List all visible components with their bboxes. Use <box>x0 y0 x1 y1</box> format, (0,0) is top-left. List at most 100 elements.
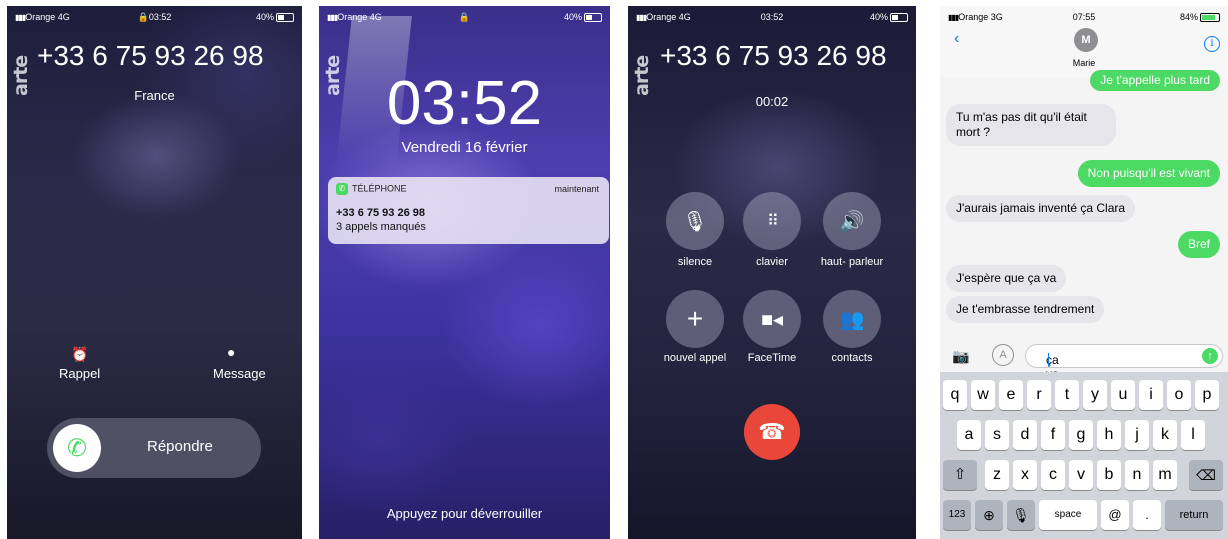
message-bubble: J'aurais jamais inventé ça Clara <box>946 195 1136 222</box>
arte-logo: arte <box>10 55 32 96</box>
message-bubble: Je t'embrasse tendrement <box>946 296 1105 323</box>
message-bubble: Bref <box>1177 231 1220 258</box>
incoming-call-screen: ▮▮▮Orange 4G 🔒03:52 40% arte +33 6 75 93… <box>7 6 302 539</box>
numbers-key[interactable]: 123 <box>943 500 971 530</box>
arte-logo: arte <box>631 55 653 96</box>
notification-time: maintenant <box>554 184 599 194</box>
key-c[interactable]: c <box>1041 460 1065 490</box>
lock-date: Vendredi 16 février <box>401 139 528 156</box>
info-icon[interactable]: i <box>1204 36 1220 52</box>
key-k[interactable]: k <box>1153 420 1177 450</box>
shift-key[interactable]: ⇧ <box>943 460 977 490</box>
caller-number: +33 6 75 93 26 98 <box>37 40 264 71</box>
lock-time: 03:52 <box>386 69 543 138</box>
page-dots <box>319 532 610 539</box>
lock-icon: 🔒 <box>458 12 471 22</box>
key-d[interactable]: d <box>1013 420 1037 450</box>
phone-app-icon: ✆ <box>336 183 348 195</box>
keypad-icon: ⠿ <box>767 213 779 230</box>
microphone-icon: 🎙 <box>1012 507 1030 523</box>
key-b[interactable]: b <box>1097 460 1121 490</box>
caller-number: +33 6 75 93 26 98 <box>660 40 887 71</box>
contacts-label: contacts <box>831 352 873 364</box>
answer-slider[interactable]: ✆ Répondre <box>47 418 261 478</box>
answer-knob[interactable]: ✆ <box>53 424 101 472</box>
plus-icon: + <box>686 303 704 334</box>
key-l[interactable]: l <box>1181 420 1205 450</box>
key-f[interactable]: f <box>1041 420 1065 450</box>
caller-location: France <box>134 88 175 103</box>
message-bubble: Tu m'as pas dit qu'il était mort ? <box>946 104 1116 146</box>
period-key[interactable]: . <box>1133 500 1161 530</box>
speaker-button[interactable]: 🔊 <box>823 192 881 250</box>
call-duration: 00:02 <box>755 94 789 109</box>
status-bar: ▮▮▮Orange 4G 🔒 40% <box>327 12 602 24</box>
compose-bar: 📷 A ça va ↑ <box>940 340 1228 381</box>
speaker-label: haut- parleur <box>820 256 884 268</box>
message-bubble: Je t'appelle plus tard <box>1090 70 1220 91</box>
send-arrow-icon[interactable]: ↑ <box>1202 348 1218 364</box>
key-g[interactable]: g <box>1069 420 1093 450</box>
key-w[interactable]: w <box>971 380 995 410</box>
key-j[interactable]: j <box>1125 420 1149 450</box>
at-key[interactable]: @ <box>1101 500 1129 530</box>
key-o[interactable]: o <box>1167 380 1191 410</box>
mic-muted-icon: 🎙 <box>682 210 708 233</box>
notification-title: +33 6 75 93 26 98 <box>336 207 425 219</box>
unlock-hint[interactable]: Appuyez pour déverrouiller <box>319 506 610 521</box>
facetime-button[interactable]: ■◂ <box>743 290 801 348</box>
contact-name[interactable]: Marie <box>940 58 1228 68</box>
message-bubble: Non puisqu'il est vivant <box>1077 160 1220 187</box>
mute-button[interactable]: 🎙 <box>666 192 724 250</box>
contacts-button[interactable]: 👥 <box>823 290 881 348</box>
delete-key[interactable]: ⌫ <box>1189 460 1223 490</box>
add-call-button[interactable]: + <box>666 290 724 348</box>
key-a[interactable]: a <box>957 420 981 450</box>
phone-icon: ✆ <box>66 434 88 462</box>
globe-key[interactable]: ⊕ <box>975 500 1003 530</box>
key-h[interactable]: h <box>1097 420 1121 450</box>
backspace-icon: ⌫ <box>1196 467 1216 483</box>
avatar[interactable]: M <box>1074 28 1098 52</box>
key-p[interactable]: p <box>1195 380 1219 410</box>
return-key[interactable]: return <box>1165 500 1223 530</box>
dictation-key[interactable]: 🎙 <box>1007 500 1035 530</box>
hang-up-button[interactable]: ☎ <box>744 404 800 460</box>
key-q[interactable]: q <box>943 380 967 410</box>
key-u[interactable]: u <box>1111 380 1135 410</box>
key-e[interactable]: e <box>999 380 1023 410</box>
missed-call-notification[interactable]: ✆ TÉLÉPHONE maintenant +33 6 75 93 26 98 … <box>328 177 609 244</box>
status-bar: ▮▮▮Orange 4G 03:52 40% <box>636 12 908 24</box>
messages-screen: ▮▮▮Orange 3G 07:55 84% ‹ M Marie i Je t'… <box>940 6 1228 539</box>
back-chevron-icon[interactable]: ‹ <box>954 30 959 48</box>
app-store-icon[interactable]: A <box>992 344 1014 366</box>
message-input[interactable]: ça va ↑ <box>1025 344 1223 381</box>
notification-app: TÉLÉPHONE <box>352 183 407 194</box>
slider-label: Répondre <box>147 438 213 455</box>
status-bar: ▮▮▮Orange 4G 🔒03:52 40% <box>15 12 294 24</box>
message-label[interactable]: Message <box>213 366 266 381</box>
key-v[interactable]: v <box>1069 460 1093 490</box>
space-key[interactable]: space <box>1039 500 1097 530</box>
remind-label[interactable]: Rappel <box>59 366 100 381</box>
message-bubble-icon[interactable]: ● <box>227 344 235 360</box>
key-x[interactable]: x <box>1013 460 1037 490</box>
end-call-icon: ☎ <box>758 419 786 444</box>
key-i[interactable]: i <box>1139 380 1163 410</box>
key-r[interactable]: r <box>1027 380 1051 410</box>
key-m[interactable]: m <box>1153 460 1177 490</box>
key-y[interactable]: y <box>1083 380 1107 410</box>
key-s[interactable]: s <box>985 420 1009 450</box>
key-t[interactable]: t <box>1055 380 1079 410</box>
video-camera-icon: ■◂ <box>760 308 784 331</box>
camera-icon[interactable]: 📷 <box>952 348 974 364</box>
alarm-icon[interactable]: ⏰ <box>71 346 88 363</box>
key-n[interactable]: n <box>1125 460 1149 490</box>
keyboard: q w e r t y u i o p a s d f g h j k l ⇧ … <box>940 372 1228 539</box>
shift-icon: ⇧ <box>953 466 967 483</box>
lock-screen: ▮▮▮Orange 4G 🔒 40% arte 03:52 Vendredi 1… <box>319 6 610 539</box>
key-z[interactable]: z <box>985 460 1009 490</box>
message-bubble: J'espère que ça va <box>946 265 1067 292</box>
status-bar: ▮▮▮Orange 3G 07:55 84% <box>948 12 1220 24</box>
keypad-button[interactable]: ⠿ <box>743 192 801 250</box>
